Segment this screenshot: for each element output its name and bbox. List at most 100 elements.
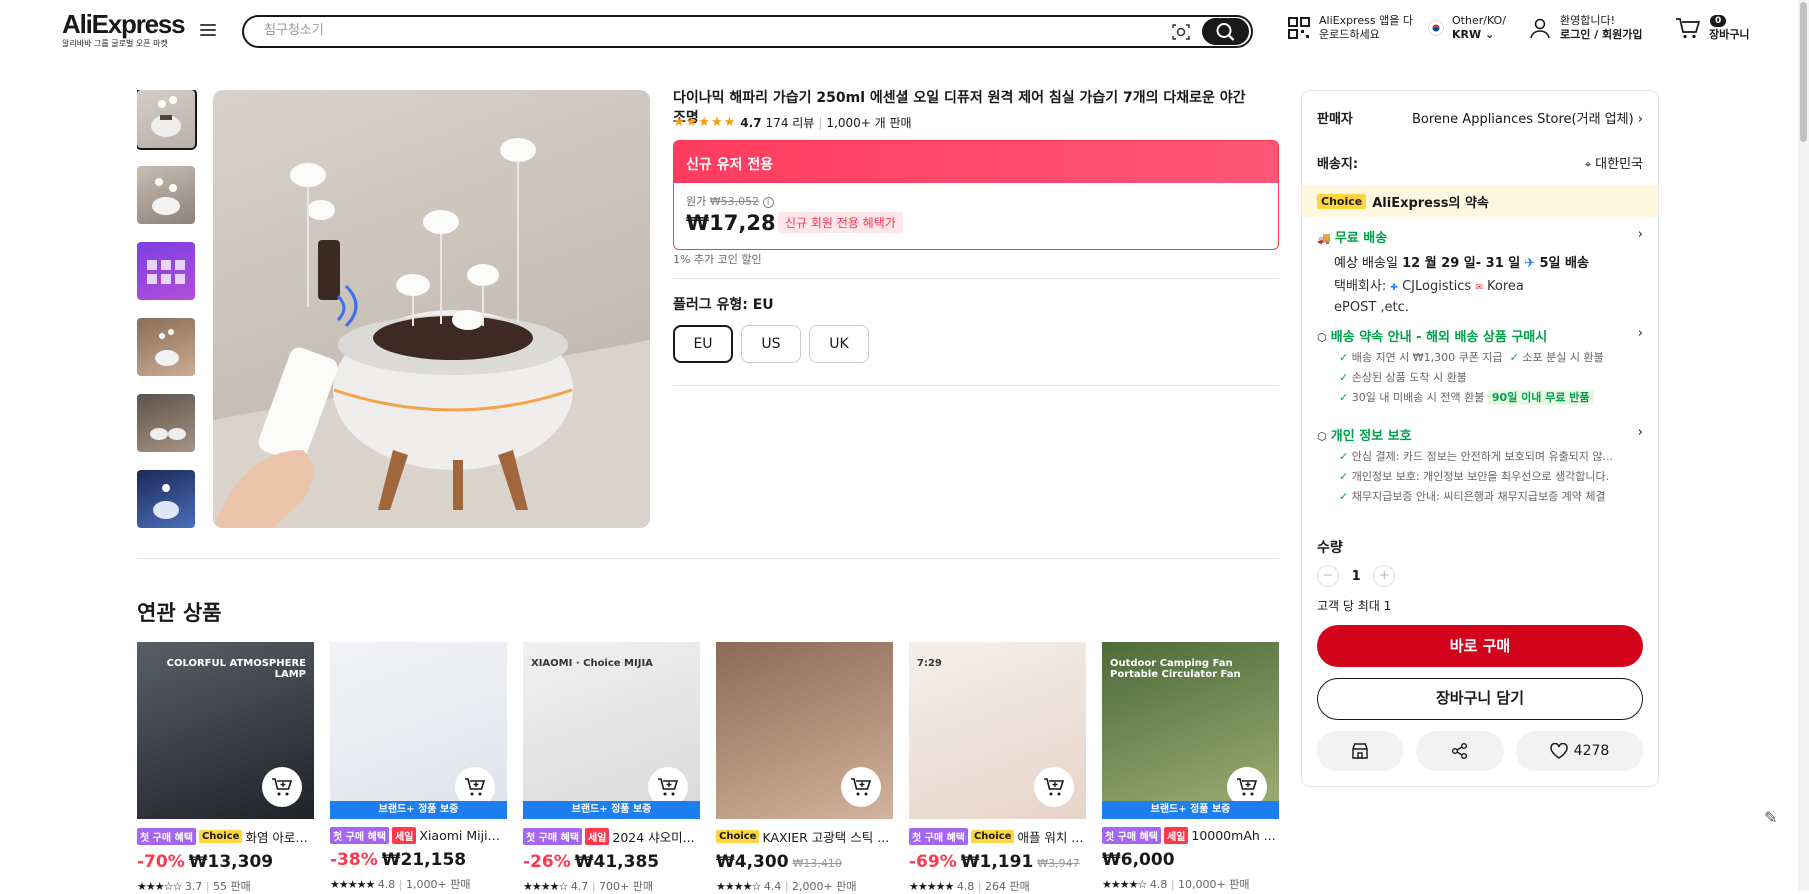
product-card-image[interactable]: Outdoor Camping Fan Portable Circulator … — [1102, 642, 1279, 819]
choice-badge: Choice — [1317, 193, 1367, 209]
plug-option-uk[interactable]: UK — [809, 325, 869, 363]
seller-row[interactable]: 판매자 Borene Appliances Store(거래 업체) › — [1317, 108, 1643, 127]
thumbnail[interactable] — [137, 90, 197, 150]
tag-badge: Choice — [716, 830, 760, 843]
quantity-value[interactable]: 1 — [1343, 569, 1369, 584]
product-card-title: 첫 구매 혜택 Choice 애플 워치 ... — [909, 827, 1086, 846]
add-to-cart-icon[interactable] — [841, 767, 881, 807]
app-download[interactable]: AliExpress 앱을 다 운로드하세요 — [1287, 14, 1413, 42]
thumbnail[interactable] — [137, 394, 195, 452]
delivery-guarantee-section[interactable]: ⬡ 배송 약속 안내 - 해외 배송 상품 구매시 › ✓ 배송 지연 시 ₩1… — [1317, 326, 1643, 405]
share-icon — [1452, 743, 1467, 759]
quantity-stepper: − 1 + — [1317, 565, 1643, 587]
product-card-title: Choice KAXIER 고광택 스틱 ... — [716, 827, 893, 846]
search-icon — [1216, 23, 1235, 41]
product-card-stats: ★★★☆☆ 3.7 | 55 판매 — [137, 880, 251, 893]
add-to-cart-icon[interactable] — [262, 767, 302, 807]
search-bar — [242, 15, 1253, 48]
hamburger-menu-icon[interactable] — [200, 24, 216, 38]
aliexpress-logo[interactable]: AliExpress 알리바바 그룹 글로벌 오픈 마켓 — [62, 9, 186, 49]
truck-icon: 🚚 — [1317, 232, 1331, 245]
thumbnail[interactable] — [137, 242, 195, 300]
app-line2: 운로드하세요 — [1319, 28, 1380, 41]
chevron-right-icon: › — [1637, 227, 1643, 242]
welcome-text: 환영합니다! — [1560, 14, 1616, 27]
plug-option-eu[interactable]: EU — [673, 325, 733, 363]
login-link[interactable]: 로그인 / 회원가입 — [1560, 28, 1643, 42]
wishlist-count: 4278 — [1573, 743, 1610, 759]
qr-code-icon — [1288, 17, 1310, 39]
privacy-section[interactable]: ⬡ 개인 정보 보호 › ✓ 안심 결제: 카드 정보는 안전하게 보호되며 유… — [1317, 425, 1643, 504]
eta-days: 5일 배송 — [1539, 256, 1589, 271]
header: AliExpress 알리바바 그룹 글로벌 오픈 마켓 AliExpress … — [0, 0, 1800, 64]
ship-to-row[interactable]: 배송지: ⌖ 대한민국 — [1317, 153, 1643, 172]
chevron-right-icon: › — [1637, 326, 1643, 341]
thumbnail[interactable] — [137, 318, 195, 376]
thumbnail[interactable] — [137, 166, 195, 224]
review-count[interactable]: 174 리뷰 — [766, 114, 815, 131]
carrier-name: CJLogistics — [1402, 279, 1472, 294]
product-card-image[interactable]: 브랜드+ 정품 보증 — [330, 642, 507, 819]
logo-text: AliExpress — [62, 9, 186, 39]
main-product-image[interactable] — [213, 90, 650, 528]
card-image-text: 7:29 — [917, 658, 942, 669]
share-button[interactable] — [1416, 731, 1504, 771]
chevron-right-icon: › — [1637, 112, 1643, 127]
scrollbar[interactable] — [1798, 0, 1809, 891]
heart-icon — [1549, 743, 1568, 759]
product-card-image[interactable]: COLORFUL ATMOSPHERE LAMP — [137, 642, 314, 819]
plug-option-us[interactable]: US — [741, 325, 801, 363]
plug-options: EU US UK — [673, 325, 869, 363]
decrement-button[interactable]: − — [1317, 565, 1339, 587]
rating-row[interactable]: ★★★★★ 4.7 174 리뷰 | 1,000+ 개 판매 — [673, 114, 912, 131]
add-to-cart-icon[interactable] — [1034, 767, 1074, 807]
add-to-cart-button[interactable]: 장바구니 담기 — [1317, 678, 1643, 720]
image-search-icon[interactable] — [1171, 22, 1191, 42]
info-icon[interactable]: i — [762, 197, 774, 208]
rating-score: 4.7 — [740, 115, 762, 130]
product-card[interactable]: COLORFUL ATMOSPHERE LAMP 첫 구매 혜택 Choice 화염… — [137, 642, 314, 894]
product-card-title: 첫 구매 혜택 Choice 화염 아로마... — [137, 827, 314, 846]
cart-label: 장바구니 — [1709, 28, 1750, 41]
product-card[interactable]: Choice KAXIER 고광택 스틱 ... ₩4,300 ₩13,410 ★★… — [716, 642, 893, 894]
product-card-price: ₩6,000 — [1102, 850, 1175, 870]
search-button[interactable] — [1202, 18, 1249, 45]
product-card[interactable]: 7:29 첫 구매 혜택 Choice 애플 워치 ... -69% ₩1,191 ₩3… — [909, 642, 1086, 894]
guarantee-title: 배송 약속 안내 - 해외 배송 상품 구매시 — [1330, 330, 1548, 345]
struck-price: ₩53,052 — [709, 195, 760, 208]
locale-selector[interactable]: Other/KO/KRW ⌄ — [1428, 14, 1506, 42]
tag-badge: 첫 구매 혜택 — [330, 827, 389, 844]
increment-button[interactable]: + — [1373, 565, 1396, 587]
product-card-stats: ★★★★☆ 4.8 | 10,000+ 판매 — [1102, 878, 1250, 891]
plane-icon: ✈ — [1524, 256, 1536, 271]
product-card[interactable]: XIAOMI · Choice MIJIA 브랜드+ 정품 보증 첫 구매 혜택… — [523, 642, 700, 894]
original-price: 원가 ₩53,052 i — [686, 193, 774, 209]
product-card-title: 첫 구매 혜택 세일 2024 샤오미... — [523, 827, 700, 846]
sold-count: 1,000+ 개 판매 — [826, 116, 912, 130]
privacy-title: 개인 정보 보호 — [1330, 429, 1412, 444]
carrier-logo-icon: ✚ — [1390, 283, 1398, 293]
product-card-image[interactable]: 7:29 — [909, 642, 1086, 819]
tag-badge: 세일 — [391, 827, 417, 844]
product-card[interactable]: 브랜드+ 정품 보증 첫 구매 혜택 세일 Xiaomi Mijia... -38%… — [330, 642, 507, 892]
edit-icon[interactable]: ✎ — [1764, 808, 1777, 827]
shield-check-icon: ⬡ — [1317, 430, 1327, 443]
shield-icon: ⬡ — [1317, 331, 1327, 344]
shipping-section[interactable]: 🚚 무료 배송 › 예상 배송일 12 월 29 일- 31 일 ✈ 5일 배송… — [1317, 227, 1643, 318]
carrier-logo-icon: ✉ — [1475, 283, 1483, 293]
cart-icon — [1676, 18, 1701, 39]
brand-guarantee-strip: 브랜드+ 정품 보증 — [330, 801, 507, 819]
store-button[interactable] — [1317, 731, 1403, 771]
product-card-image[interactable]: XIAOMI · Choice MIJIA 브랜드+ 정품 보증 — [523, 642, 700, 819]
search-input[interactable] — [264, 23, 1144, 38]
product-card-image[interactable] — [716, 642, 893, 819]
logo-subtitle: 알리바바 그룹 글로벌 오픈 마켓 — [62, 39, 168, 48]
wishlist-button[interactable]: 4278 — [1516, 731, 1643, 771]
seller-name[interactable]: Borene Appliances Store(거래 업체) — [1412, 112, 1634, 127]
thumbnail[interactable] — [137, 470, 195, 528]
promo-banner: 신규 유저 전용 — [674, 141, 1278, 183]
account-menu[interactable]: 환영합니다! 로그인 / 회원가입 — [1528, 14, 1643, 42]
buy-now-button[interactable]: 바로 구매 — [1317, 625, 1643, 667]
chevron-down-icon: ⌄ — [1484, 28, 1495, 41]
product-card[interactable]: Outdoor Camping Fan Portable Circulator … — [1102, 642, 1279, 892]
